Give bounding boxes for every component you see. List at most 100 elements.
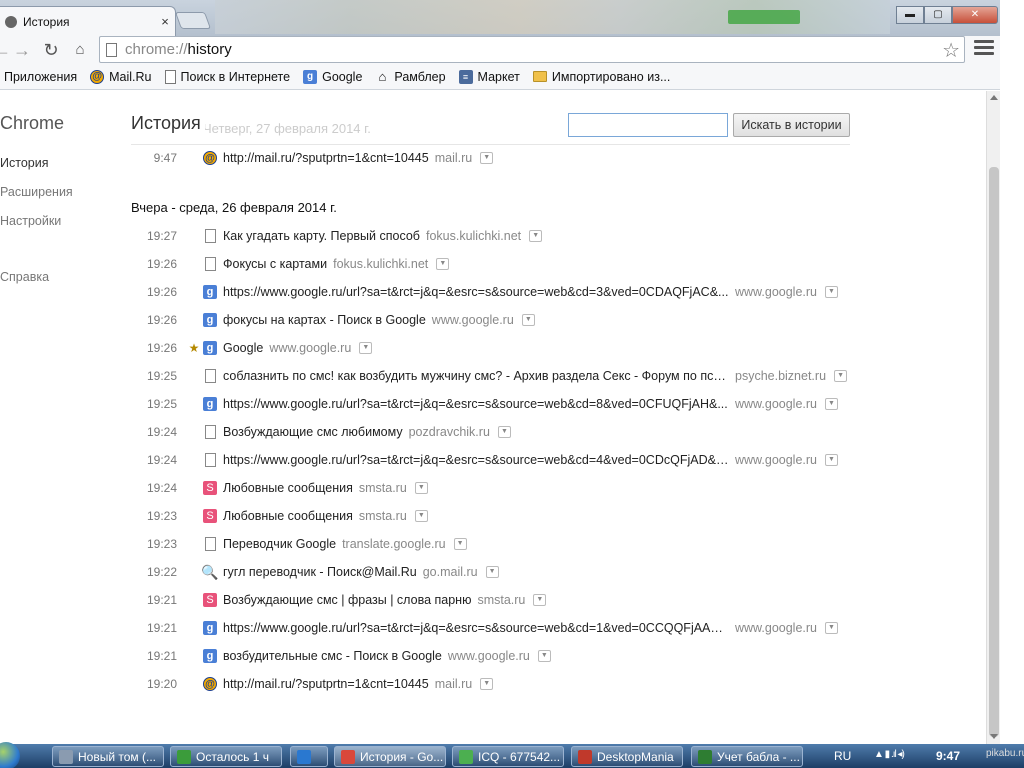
entry-title-link[interactable]: Возбуждающие смс | фразы | слова парню: [223, 593, 471, 607]
entry-title-link[interactable]: Любовные сообщения: [223, 481, 353, 495]
entry-menu-dropdown-icon[interactable]: ▼: [825, 286, 838, 298]
sidebar-item-help[interactable]: Справка: [0, 270, 49, 284]
vertical-scrollbar[interactable]: [986, 91, 1000, 744]
entry-menu-dropdown-icon[interactable]: ▼: [825, 398, 838, 410]
taskbar-button[interactable]: История - Go...: [334, 746, 446, 767]
bookmark-rambler[interactable]: ⌂ Рамблер: [375, 69, 445, 84]
entry-menu-dropdown-icon[interactable]: ▼: [480, 152, 494, 164]
home-icon[interactable]: ⌂: [68, 38, 92, 62]
history-entry[interactable]: 19:24 Возбуждающие смс любимому pozdravchi…: [131, 422, 511, 442]
history-entry[interactable]: 19:21 g https://www.google.ru/url?sa=t&rct…: [131, 618, 838, 638]
bookmark-apps[interactable]: Приложения: [4, 70, 77, 84]
reload-icon[interactable]: ↻: [39, 38, 63, 62]
bookmark-search[interactable]: Поиск в Интернете: [164, 69, 290, 84]
entry-title-link[interactable]: http://mail.ru/?sputprtn=1&cnt=10445: [223, 677, 429, 691]
sidebar-item-settings[interactable]: Настройки: [0, 214, 61, 228]
history-entry[interactable]: 19:26 g фокусы на картах - Поиск в Google w…: [131, 310, 535, 330]
tab-close-icon[interactable]: ×: [155, 14, 175, 29]
taskbar-button[interactable]: DesktopMania: [571, 746, 683, 767]
entry-title-link[interactable]: Google: [223, 341, 263, 355]
entry-menu-dropdown-icon[interactable]: ▼: [485, 566, 499, 578]
address-bar[interactable]: chrome://history ☆: [99, 36, 965, 63]
history-entry[interactable]: 19:22 🔍 гугл переводчик - Поиск@Mail.Ru go.…: [131, 562, 499, 582]
history-entry[interactable]: 19:23 S Любовные сообщения smsta.ru ▼: [131, 506, 428, 526]
entry-title-link[interactable]: Переводчик Google: [223, 537, 336, 551]
entry-menu-dropdown-icon[interactable]: ▼: [834, 370, 848, 382]
scroll-thumb[interactable]: [989, 167, 999, 737]
history-entry[interactable]: 19:21 S Возбуждающие смс | фразы | слова п…: [131, 590, 547, 610]
entry-menu-dropdown-icon[interactable]: ▼: [521, 314, 535, 326]
entry-menu-dropdown-icon[interactable]: ▼: [497, 426, 511, 438]
sidebar-item-extensions[interactable]: Расширения: [0, 185, 73, 199]
history-search-input[interactable]: [568, 113, 728, 137]
entry-menu-dropdown-icon[interactable]: ▼: [436, 258, 450, 270]
entry-title-link[interactable]: возбудительные смс - Поиск в Google: [223, 649, 442, 663]
entry-menu-dropdown-icon[interactable]: ▼: [453, 538, 467, 550]
history-entry[interactable]: 19:24 S Любовные сообщения smsta.ru ▼: [131, 478, 428, 498]
entry-title-link[interactable]: Любовные сообщения: [223, 509, 353, 523]
entry-menu-dropdown-icon[interactable]: ▼: [529, 230, 543, 242]
entry-title-link[interactable]: http://mail.ru/?sputprtn=1&cnt=10445: [223, 151, 429, 165]
history-entry[interactable]: 19:20 @ http://mail.ru/?sputprtn=1&cnt=104…: [131, 674, 494, 694]
bookmark-star-icon[interactable]: ☆: [942, 38, 960, 63]
history-entry[interactable]: 19:26 g https://www.google.ru/url?sa=t&rct…: [131, 282, 838, 302]
opera-icon: [578, 749, 592, 764]
history-entry[interactable]: 9:47 @ http://mail.ru/?sputprtn=1&cnt=1044…: [131, 148, 494, 168]
clock[interactable]: 9:47: [936, 749, 960, 763]
search-history-button[interactable]: Искать в истории: [733, 113, 850, 137]
entry-title-link[interactable]: https://www.google.ru/url?sa=t&rct=j&q=&…: [223, 621, 729, 635]
history-entry[interactable]: 19:21 g возбудительные смс - Поиск в Googl…: [131, 646, 551, 666]
tray-icons[interactable]: ▲ ▮ .ıl ◂): [874, 749, 905, 760]
chrome-menu-icon[interactable]: [974, 40, 994, 58]
taskbar-button[interactable]: Новый том (...: [52, 746, 164, 767]
entry-domain: go.mail.ru: [422, 565, 478, 579]
history-entry[interactable]: 19:24 https://www.google.ru/url?sa=t&rct=…: [131, 450, 838, 470]
bookmark-google[interactable]: g Google: [303, 69, 362, 84]
entry-menu-dropdown-icon[interactable]: ▼: [414, 482, 428, 494]
entry-title-link[interactable]: Фокусы с картами: [223, 257, 327, 271]
entry-time: 19:27: [146, 229, 177, 243]
taskbar-button[interactable]: [290, 746, 328, 767]
bookmark-imported-folder[interactable]: Импортировано из...: [532, 70, 670, 84]
entry-title-link[interactable]: https://www.google.ru/url?sa=t&rct=j&q=&…: [223, 453, 729, 467]
bookmarked-star-icon[interactable]: ★: [185, 341, 203, 355]
forward-arrow-icon[interactable]: →: [10, 38, 34, 62]
entry-menu-dropdown-icon[interactable]: ▼: [480, 678, 494, 690]
scroll-down-icon[interactable]: [990, 734, 998, 739]
history-entry[interactable]: 19:26 Фокусы с картами fokus.kulichki.net ▼: [131, 254, 450, 274]
close-window-button[interactable]: ✕: [952, 6, 998, 24]
taskbar-button[interactable]: Осталось 1 ч: [170, 746, 282, 767]
entry-menu-dropdown-icon[interactable]: ▼: [414, 510, 428, 522]
entry-menu-dropdown-icon[interactable]: ▼: [825, 454, 838, 466]
entry-title-link[interactable]: https://www.google.ru/url?sa=t&rct=j&q=&…: [223, 397, 729, 411]
minimize-button[interactable]: ▬: [896, 6, 924, 24]
history-entry[interactable]: 19:25 соблазнить по смс! как возбудить му…: [131, 366, 848, 386]
entry-title-link[interactable]: соблазнить по смс! как возбудить мужчину…: [223, 369, 729, 383]
new-tab-button[interactable]: [174, 12, 212, 29]
tab-history[interactable]: История ×: [0, 6, 176, 36]
history-entry[interactable]: 19:26 ★ g Google www.google.ru ▼: [131, 338, 373, 358]
entry-title-link[interactable]: фокусы на картах - Поиск в Google: [223, 313, 426, 327]
entry-title-link[interactable]: гугл переводчик - Поиск@Mail.Ru: [223, 565, 417, 579]
sidebar-item-history[interactable]: История: [0, 156, 48, 170]
entry-menu-dropdown-icon[interactable]: ▼: [359, 342, 373, 354]
history-entry[interactable]: 19:23 Переводчик Google translate.google.r…: [131, 534, 467, 554]
scroll-up-icon[interactable]: [990, 95, 998, 100]
entry-title-link[interactable]: Возбуждающие смс любимому: [223, 425, 403, 439]
history-entry[interactable]: 19:25 g https://www.google.ru/url?sa=t&rct…: [131, 394, 838, 414]
start-button[interactable]: [0, 742, 20, 768]
house-icon: ⌂: [378, 69, 387, 84]
entry-menu-dropdown-icon[interactable]: ▼: [537, 650, 551, 662]
tab-title: История: [23, 14, 70, 29]
taskbar-button[interactable]: Учет бабла - ...: [691, 746, 803, 767]
entry-menu-dropdown-icon[interactable]: ▼: [533, 594, 547, 606]
maximize-button[interactable]: ▢: [924, 6, 952, 24]
bookmark-mailru[interactable]: @ Mail.Ru: [90, 69, 152, 84]
entry-title-link[interactable]: https://www.google.ru/url?sa=t&rct=j&q=&…: [223, 285, 729, 299]
bookmark-market[interactable]: ≡ Маркет: [458, 69, 520, 84]
history-entry[interactable]: 19:27 Как угадать карту. Первый способ fok…: [131, 226, 543, 246]
language-indicator[interactable]: RU: [834, 749, 851, 763]
entry-title-link[interactable]: Как угадать карту. Первый способ: [223, 229, 420, 243]
taskbar-button[interactable]: ICQ - 677542...: [452, 746, 564, 767]
entry-menu-dropdown-icon[interactable]: ▼: [825, 622, 838, 634]
